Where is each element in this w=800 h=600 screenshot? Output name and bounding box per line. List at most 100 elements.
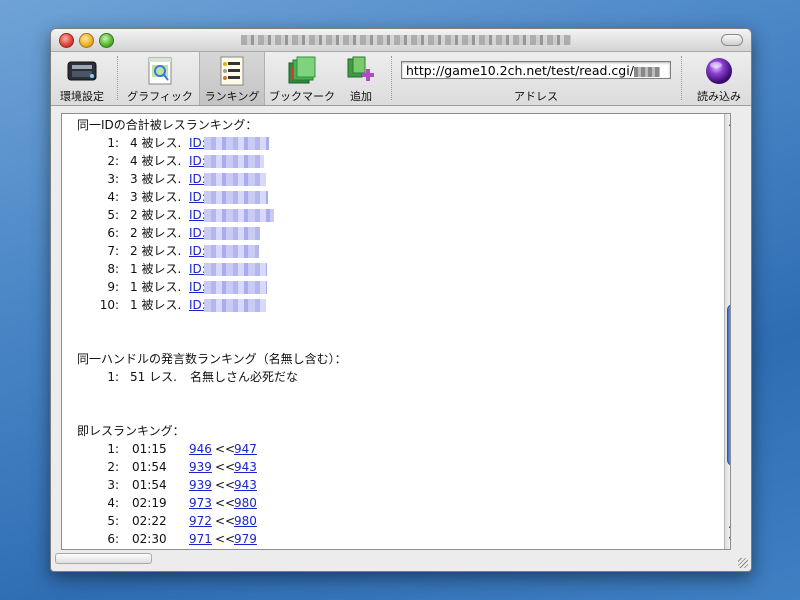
rank-number: 3: — [107, 172, 119, 186]
rank-number: 3: — [107, 478, 119, 492]
reply-time: 02:30 — [132, 532, 167, 546]
graphic-button[interactable]: グラフィック — [123, 52, 197, 105]
zoom-button[interactable] — [99, 33, 114, 48]
reply-count: 2 被レス. — [130, 244, 182, 258]
reply-separator: << — [215, 532, 236, 546]
id-redacted — [204, 137, 269, 150]
toolbar-separator — [681, 56, 682, 100]
reply-count: 1 被レス. — [130, 298, 182, 312]
scroll-down-arrow-icon[interactable]: ▼ — [725, 533, 730, 547]
post-link[interactable]: 947 — [234, 442, 257, 457]
scroll-thumb[interactable] — [727, 304, 730, 466]
reply-separator: << — [215, 496, 236, 510]
id-redacted — [204, 299, 266, 312]
close-button[interactable] — [59, 33, 74, 48]
reply-time: 02:22 — [132, 514, 167, 528]
scroll-up-arrow-icon[interactable]: ▲ — [725, 518, 730, 532]
rank-number: 8: — [107, 262, 119, 276]
reply-count: 4 被レス. — [130, 154, 182, 168]
resize-grip-icon[interactable] — [738, 558, 748, 568]
status-bar — [55, 553, 152, 564]
bookmark-button[interactable]: ブックマーク — [265, 52, 339, 105]
id-redacted — [204, 281, 267, 294]
reply-count: 1 被レス. — [130, 280, 182, 294]
rank-number: 9: — [107, 280, 119, 294]
reply-separator: << — [215, 514, 236, 528]
ranking-button[interactable]: ランキング — [199, 52, 265, 105]
address-label: アドレス — [514, 90, 558, 103]
handle-name: 名無しさん必死だな — [190, 370, 299, 384]
content-view[interactable]: 同一IDの合計被レスランキング： 1: 4 被レス. ID: 2: 4 被レス.… — [61, 113, 731, 550]
reply-separator: << — [215, 460, 236, 474]
rank-number: 7: — [107, 244, 119, 258]
post-link[interactable]: 939 — [189, 460, 212, 475]
ranking-icon — [215, 56, 249, 86]
post-link[interactable]: 943 — [234, 460, 257, 475]
address-input[interactable]: http://game10.2ch.net/test/read.cgi/ — [401, 61, 671, 79]
title-bar[interactable] — [51, 29, 751, 52]
bookmark-icon — [285, 56, 319, 86]
post-count: 51 レス. — [130, 370, 177, 384]
rank-number: 4: — [107, 190, 119, 204]
graphic-icon — [143, 56, 177, 86]
reply-count: 3 被レス. — [130, 172, 182, 186]
reply-time: 01:54 — [132, 460, 167, 474]
rank-number: 1: — [107, 370, 119, 384]
browser-window: 環境設定 グラフィック ランキング ブックマーク 追加 http://game1… — [50, 28, 752, 572]
preferences-icon — [65, 56, 99, 86]
minimize-button[interactable] — [79, 33, 94, 48]
id-redacted — [204, 209, 274, 222]
add-button[interactable]: 追加 — [339, 52, 383, 105]
toolbar-separator — [117, 56, 118, 100]
rank-number: 5: — [107, 208, 119, 222]
toolbar-toggle-button[interactable] — [721, 34, 743, 46]
vertical-scrollbar[interactable]: ▲ ▲ ▼ — [724, 114, 730, 549]
rank-number: 4: — [107, 496, 119, 510]
post-link[interactable]: 980 — [234, 514, 257, 529]
handle-ranking-header: 同一ハンドルの発言数ランキング（名無し含む）： — [77, 352, 347, 366]
rank-number: 5: — [107, 514, 119, 528]
address-redacted — [633, 66, 660, 77]
rank-number: 1: — [107, 442, 119, 456]
rank-number: 2: — [107, 154, 119, 168]
window-title-redacted — [241, 35, 571, 45]
id-ranking-header: 同一IDの合計被レスランキング： — [77, 118, 258, 132]
post-link[interactable]: 980 — [234, 496, 257, 511]
post-link[interactable]: 973 — [189, 496, 212, 511]
id-redacted — [204, 155, 264, 168]
rank-number: 6: — [107, 226, 119, 240]
reply-separator: << — [215, 442, 236, 456]
post-link[interactable]: 972 — [189, 514, 212, 529]
quick-ranking-header: 即レスランキング： — [77, 424, 185, 438]
reply-time: 02:19 — [132, 496, 167, 510]
post-link[interactable]: 971 — [189, 532, 212, 547]
load-button[interactable]: 読み込み — [687, 52, 751, 105]
reply-time: 01:15 — [132, 442, 167, 456]
id-redacted — [204, 263, 267, 276]
post-link[interactable]: 946 — [189, 442, 212, 457]
load-icon — [702, 56, 736, 86]
toolbar: 環境設定 グラフィック ランキング ブックマーク 追加 http://game1… — [51, 52, 751, 106]
id-redacted — [204, 227, 260, 240]
rank-number: 2: — [107, 460, 119, 474]
reply-count: 2 被レス. — [130, 226, 182, 240]
post-link[interactable]: 943 — [234, 478, 257, 493]
scroll-up-arrow-icon[interactable]: ▲ — [725, 116, 730, 130]
reply-count: 4 被レス. — [130, 136, 182, 150]
reply-count: 2 被レス. — [130, 208, 182, 222]
rank-number: 1: — [107, 136, 119, 150]
reply-time: 01:54 — [132, 478, 167, 492]
id-redacted — [204, 191, 268, 204]
rank-number: 6: — [107, 532, 119, 546]
id-redacted — [204, 245, 259, 258]
post-link[interactable]: 979 — [234, 532, 257, 547]
reply-separator: << — [215, 478, 236, 492]
toolbar-separator — [391, 56, 392, 100]
rank-number: 10: — [99, 298, 119, 312]
reply-count: 1 被レス. — [130, 262, 182, 276]
add-icon — [344, 56, 378, 86]
reply-count: 3 被レス. — [130, 190, 182, 204]
post-link[interactable]: 939 — [189, 478, 212, 493]
preferences-button[interactable]: 環境設定 — [53, 52, 111, 105]
id-redacted — [204, 173, 266, 186]
